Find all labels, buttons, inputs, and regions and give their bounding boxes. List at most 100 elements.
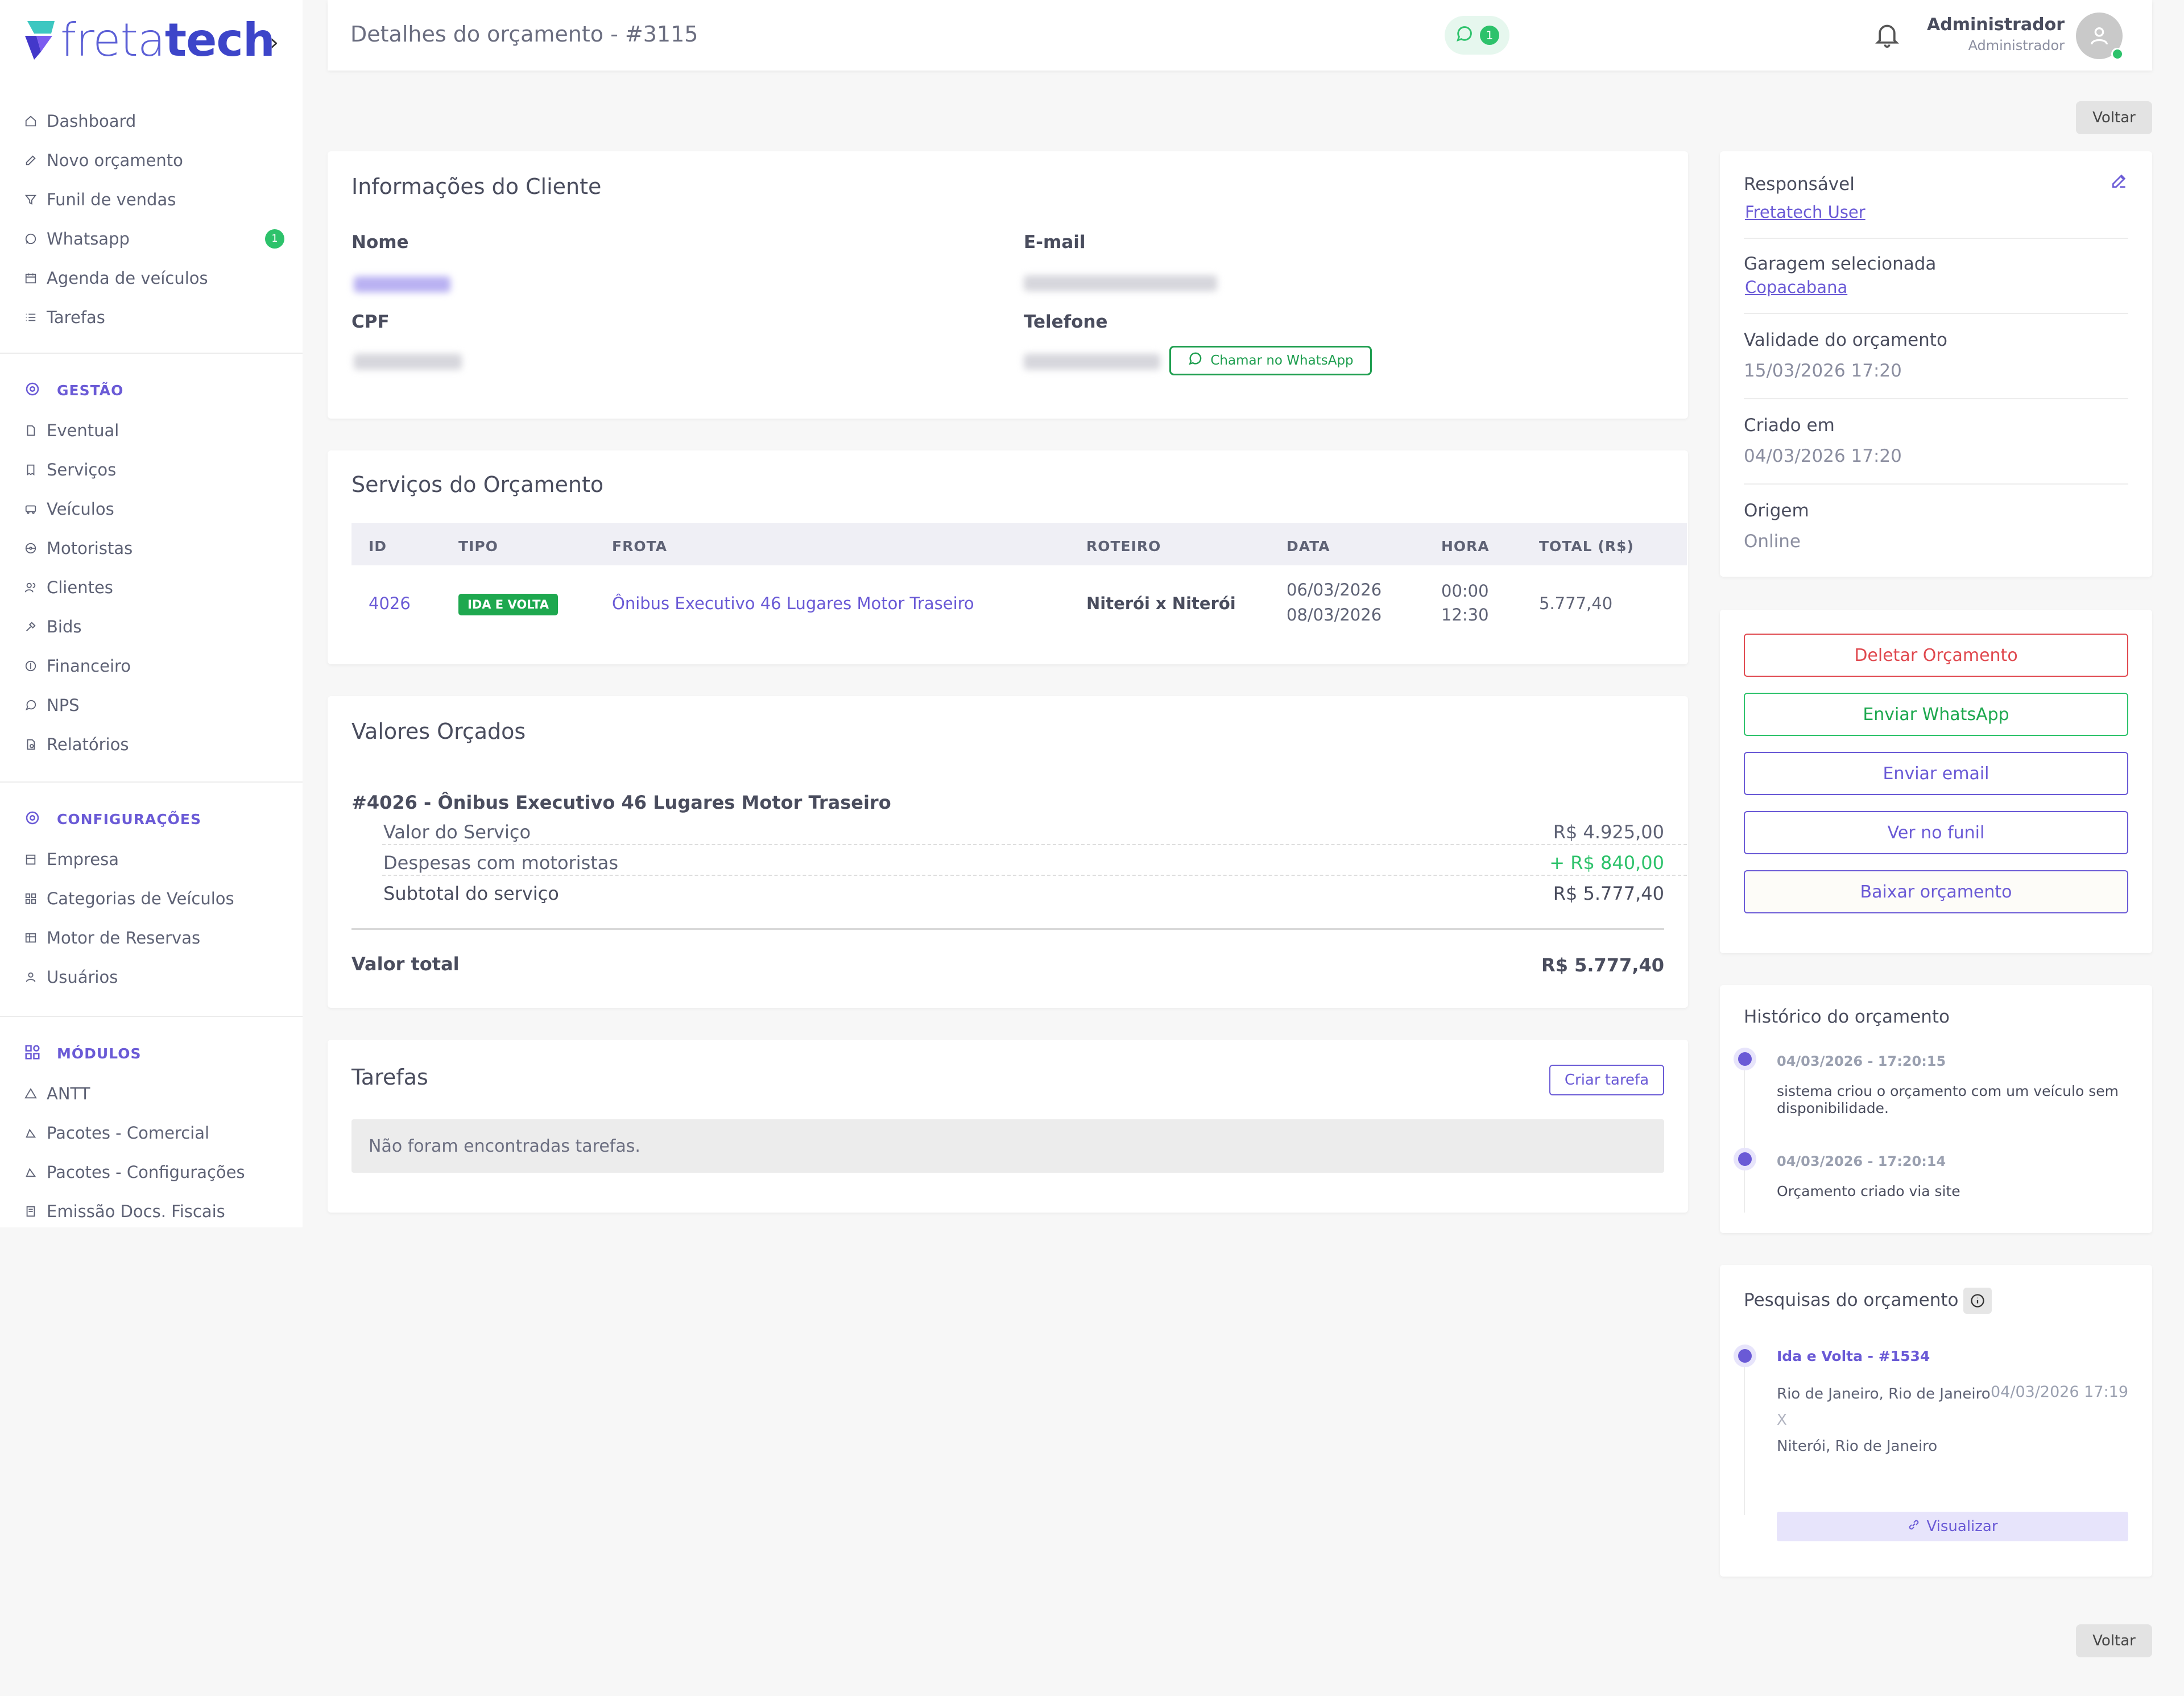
sidebar-item-pacotes-config[interactable]: Pacotes - Configurações bbox=[0, 1152, 303, 1192]
search-destination: Niterói, Rio de Janeiro bbox=[1777, 1438, 1938, 1455]
send-whatsapp-button[interactable]: Enviar WhatsApp bbox=[1744, 693, 2128, 736]
link-icon bbox=[1907, 1518, 1921, 1536]
sidebar-item-motoristas[interactable]: Motoristas bbox=[0, 528, 303, 568]
sidebar: fretatech › Dashboard Novo orçamento Fun… bbox=[0, 0, 303, 1227]
criar-tarefa-button[interactable]: Criar tarefa bbox=[1549, 1065, 1664, 1095]
sidebar-item-label: Agenda de veículos bbox=[47, 268, 208, 288]
sidebar-item-agenda[interactable]: Agenda de veículos bbox=[0, 258, 303, 297]
sidebar-item-veiculos[interactable]: Veículos bbox=[0, 489, 303, 528]
col-frota: FROTA bbox=[612, 538, 668, 555]
sidebar-item-tarefas[interactable]: Tarefas bbox=[0, 297, 303, 337]
validade-value: 15/03/2026 17:20 bbox=[1744, 361, 1902, 381]
history-event-text: sistema criou o orçamento com um veículo… bbox=[1777, 1083, 2119, 1116]
hora-ida-value: 00:00 bbox=[1441, 581, 1489, 601]
tasks-empty-state: Não foram encontradas tarefas. bbox=[351, 1119, 1664, 1173]
online-status-dot bbox=[2111, 48, 2124, 60]
garagem-label: Garagem selecionada bbox=[1744, 254, 1937, 274]
back-button-bottom[interactable]: Voltar bbox=[2076, 1624, 2152, 1657]
sidebar-item-nps[interactable]: NPS bbox=[0, 685, 303, 725]
sidebar-item-pacotes-comercial[interactable]: Pacotes - Comercial bbox=[0, 1113, 303, 1152]
whatsapp-notification-button[interactable]: 1 bbox=[1445, 16, 1509, 55]
whatsapp-icon bbox=[1455, 25, 1473, 45]
timeline-dot bbox=[1738, 1349, 1752, 1363]
responsavel-link[interactable]: Fretatech User bbox=[1745, 202, 1866, 222]
delete-budget-button[interactable]: Deletar Orçamento bbox=[1744, 634, 2128, 677]
section-divider bbox=[1744, 398, 2128, 399]
sidebar-item-dashboard[interactable]: Dashboard bbox=[0, 101, 303, 140]
sidebar-item-novo-orcamento[interactable]: Novo orçamento bbox=[0, 140, 303, 180]
edit-icon bbox=[24, 154, 38, 167]
col-tipo: TIPO bbox=[458, 538, 498, 555]
sidebar-item-clientes[interactable]: Clientes bbox=[0, 568, 303, 607]
timeline-dot bbox=[1738, 1052, 1752, 1066]
garagem-link[interactable]: Copacabana bbox=[1745, 278, 1847, 297]
section-modulos: MÓDULOS bbox=[0, 1033, 303, 1074]
sidebar-item-label: Categorias de Veículos bbox=[47, 888, 234, 908]
chamar-whatsapp-label: Chamar no WhatsApp bbox=[1210, 353, 1354, 368]
edit-icon[interactable] bbox=[2110, 172, 2128, 190]
sidebar-item-relatorios[interactable]: Relatórios bbox=[0, 725, 303, 764]
sidebar-item-label: Clientes bbox=[47, 577, 113, 597]
sidebar-item-label: Bids bbox=[47, 617, 82, 636]
logo[interactable]: fretatech bbox=[24, 16, 275, 65]
client-name-value[interactable] bbox=[354, 276, 450, 292]
info-icon[interactable] bbox=[1963, 1288, 1992, 1314]
visualizar-button[interactable]: Visualizar bbox=[1777, 1512, 2128, 1541]
nome-label: Nome bbox=[351, 232, 409, 253]
sidebar-item-label: Pacotes - Configurações bbox=[47, 1162, 245, 1182]
sidebar-item-eventual[interactable]: Eventual bbox=[0, 411, 303, 450]
frota-link[interactable]: Ônibus Executivo 46 Lugares Motor Trasei… bbox=[612, 594, 974, 613]
sidebar-item-empresa[interactable]: Empresa bbox=[0, 839, 303, 879]
subtotal-value: R$ 5.777,40 bbox=[1553, 883, 1664, 904]
sidebar-item-label: Dashboard bbox=[47, 111, 136, 131]
sidebar-item-label: NPS bbox=[47, 695, 80, 715]
section-title: CONFIGURAÇÕES bbox=[57, 810, 202, 828]
history-event-date: 04/03/2026 - 17:20:15 bbox=[1777, 1053, 1946, 1069]
whatsapp-badge: 1 bbox=[265, 229, 284, 249]
sidebar-item-antt[interactable]: ANTT bbox=[0, 1074, 303, 1113]
search-item-title[interactable]: Ida e Volta - #1534 bbox=[1777, 1348, 1930, 1364]
logo-text: fretatech bbox=[60, 14, 275, 67]
origem-value: Online bbox=[1744, 531, 1801, 552]
sidebar-item-bids[interactable]: Bids bbox=[0, 607, 303, 646]
invoice-icon bbox=[24, 1205, 38, 1218]
calendar-icon bbox=[24, 271, 38, 285]
funnel-icon bbox=[24, 193, 38, 206]
col-total: TOTAL (R$) bbox=[1539, 538, 1634, 555]
main-nav: Dashboard Novo orçamento Funil de vendas… bbox=[0, 101, 303, 337]
sidebar-item-funil[interactable]: Funil de vendas bbox=[0, 180, 303, 219]
section-title: GESTÃO bbox=[57, 382, 124, 399]
config-nav: CONFIGURAÇÕES Empresa Categorias de Veíc… bbox=[0, 799, 303, 996]
search-origin: Rio de Janeiro, Rio de Janeiro bbox=[1777, 1385, 1991, 1403]
user-name[interactable]: Administrador bbox=[1927, 15, 2065, 35]
sidebar-item-categorias[interactable]: Categorias de Veículos bbox=[0, 879, 303, 918]
avatar[interactable] bbox=[2076, 13, 2124, 60]
sidebar-item-whatsapp[interactable]: Whatsapp 1 bbox=[0, 219, 303, 258]
view-funnel-button[interactable]: Ver no funil bbox=[1744, 811, 2128, 854]
bell-icon[interactable] bbox=[1875, 22, 1900, 49]
gear-icon bbox=[24, 809, 43, 829]
whatsapp-icon bbox=[24, 232, 38, 246]
chamar-whatsapp-button[interactable]: Chamar no WhatsApp bbox=[1169, 346, 1372, 375]
back-button-top[interactable]: Voltar bbox=[2076, 101, 2152, 134]
responsavel-label: Responsável bbox=[1744, 174, 1855, 195]
sidebar-item-financeiro[interactable]: Financeiro bbox=[0, 646, 303, 685]
download-budget-button[interactable]: Baixar orçamento bbox=[1744, 870, 2128, 913]
sidebar-item-label: Motoristas bbox=[47, 538, 133, 558]
sidebar-item-usuarios[interactable]: Usuários bbox=[0, 957, 303, 996]
collapse-sidebar-icon[interactable]: › bbox=[270, 30, 279, 56]
searches-title: Pesquisas do orçamento bbox=[1744, 1290, 1959, 1310]
receipt-icon bbox=[24, 463, 38, 477]
sidebar-item-emissao-docs[interactable]: Emissão Docs. Fiscais bbox=[0, 1192, 303, 1227]
sidebar-item-label: Eventual bbox=[47, 420, 119, 440]
sidebar-item-motor-reservas[interactable]: Motor de Reservas bbox=[0, 918, 303, 957]
send-email-button[interactable]: Enviar email bbox=[1744, 752, 2128, 795]
data-ida-value: 06/03/2026 bbox=[1287, 580, 1382, 599]
sidebar-item-label: Financeiro bbox=[47, 656, 131, 676]
history-title: Histórico do orçamento bbox=[1744, 1007, 1950, 1027]
service-id-link[interactable]: 4026 bbox=[369, 594, 411, 613]
topbar: Detalhes do orçamento - #3115 1 Administ… bbox=[328, 0, 2152, 71]
modulos-nav: MÓDULOS ANTT Pacotes - Comercial Pacotes… bbox=[0, 1033, 303, 1227]
sidebar-item-servicos[interactable]: Serviços bbox=[0, 450, 303, 489]
whatsapp-count-badge: 1 bbox=[1480, 26, 1499, 45]
